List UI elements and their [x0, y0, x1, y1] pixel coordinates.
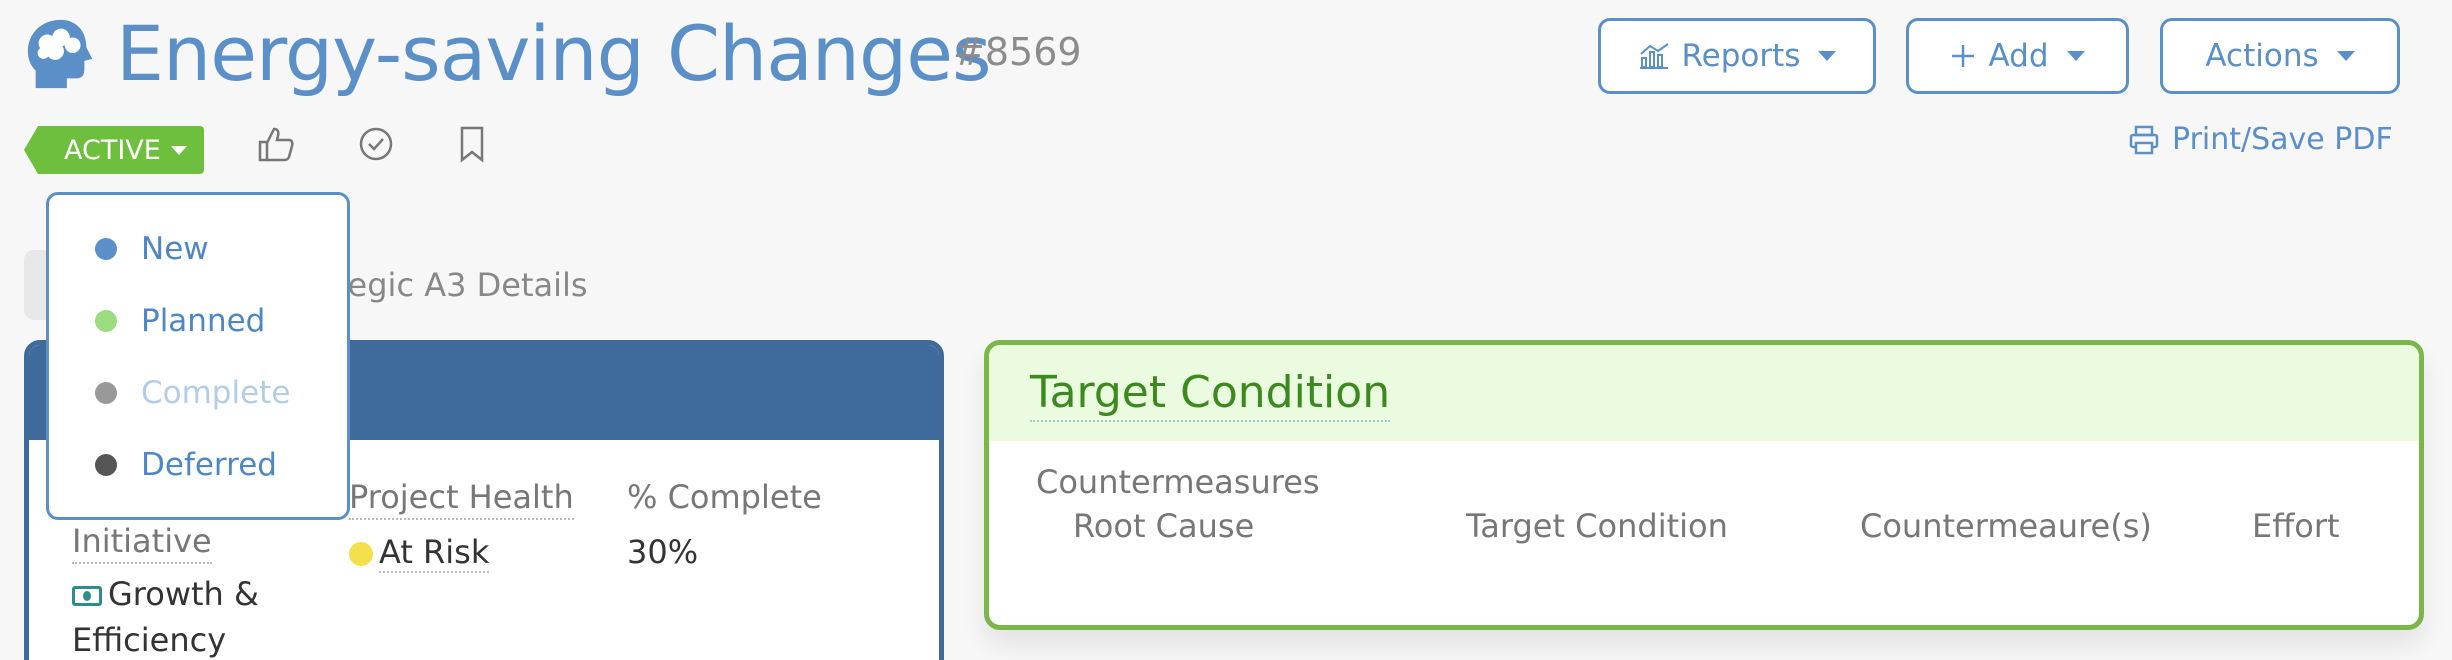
project-health-value: At Risk [349, 533, 490, 573]
ticket-number: #8569 [953, 30, 1082, 74]
status-badge[interactable]: ACTIVE [24, 126, 204, 174]
money-icon [72, 586, 102, 606]
actions-button[interactable]: Actions [2160, 18, 2400, 94]
card-header: Target Condition [989, 345, 2419, 441]
percent-complete-value: 30% [627, 533, 699, 571]
column-root-cause: Root Cause [1073, 507, 1255, 545]
status-option-new[interactable]: New [95, 231, 209, 267]
add-button[interactable]: Add [1906, 18, 2129, 94]
status-option-complete[interactable]: Complete [95, 375, 290, 411]
status-option-planned[interactable]: Planned [95, 303, 265, 339]
tab-strategic-a3-details[interactable]: tegic A3 Details [335, 266, 588, 304]
page-title: Energy-saving Changes [116, 9, 992, 98]
status-dot-icon [95, 310, 117, 332]
print-save-pdf-link[interactable]: Print/Save PDF [2128, 122, 2393, 157]
chevron-down-icon [2066, 51, 2085, 61]
status-option-deferred[interactable]: Deferred [95, 447, 277, 483]
add-button-label: Add [1988, 38, 2049, 74]
printer-icon [2129, 125, 2159, 154]
status-dropdown-menu: New Planned Complete Deferred [46, 192, 350, 520]
status-dot-icon [95, 382, 117, 404]
brain-head-logo-icon [27, 19, 93, 89]
thumbs-up-icon[interactable] [256, 124, 296, 164]
actions-button-label: Actions [2205, 38, 2319, 74]
percent-complete-label: % Complete [627, 478, 822, 516]
chevron-down-icon [170, 145, 187, 155]
chart-icon [1639, 43, 1669, 69]
health-status-dot [349, 542, 373, 566]
reports-button[interactable]: Reports [1598, 18, 1876, 94]
print-label: Print/Save PDF [2172, 122, 2393, 157]
target-condition-card: Target Condition Countermeasures Root Ca… [984, 340, 2424, 630]
status-label: ACTIVE [64, 134, 161, 166]
status-dot-icon [95, 454, 117, 476]
chevron-down-icon [2336, 51, 2355, 61]
initiative-label: Initiative [72, 522, 212, 564]
plus-icon [1952, 45, 1975, 67]
check-circle-icon[interactable] [356, 124, 396, 164]
column-countermeasures: Countermeaure(s) [1860, 507, 2152, 545]
column-target-condition: Target Condition [1466, 507, 1728, 545]
project-health-label: Project Health [349, 478, 574, 520]
bookmark-icon[interactable] [452, 124, 492, 164]
initiative-value-line2: Efficiency [72, 621, 227, 659]
column-effort: Effort [2252, 507, 2340, 545]
status-dot-icon [95, 238, 117, 260]
countermeasures-heading: Countermeasures [1036, 463, 1320, 501]
chevron-down-icon [1818, 51, 1837, 61]
reports-button-label: Reports [1681, 38, 1801, 74]
initiative-value: Growth & [72, 575, 259, 613]
card-title[interactable]: Target Condition [1030, 367, 1391, 422]
